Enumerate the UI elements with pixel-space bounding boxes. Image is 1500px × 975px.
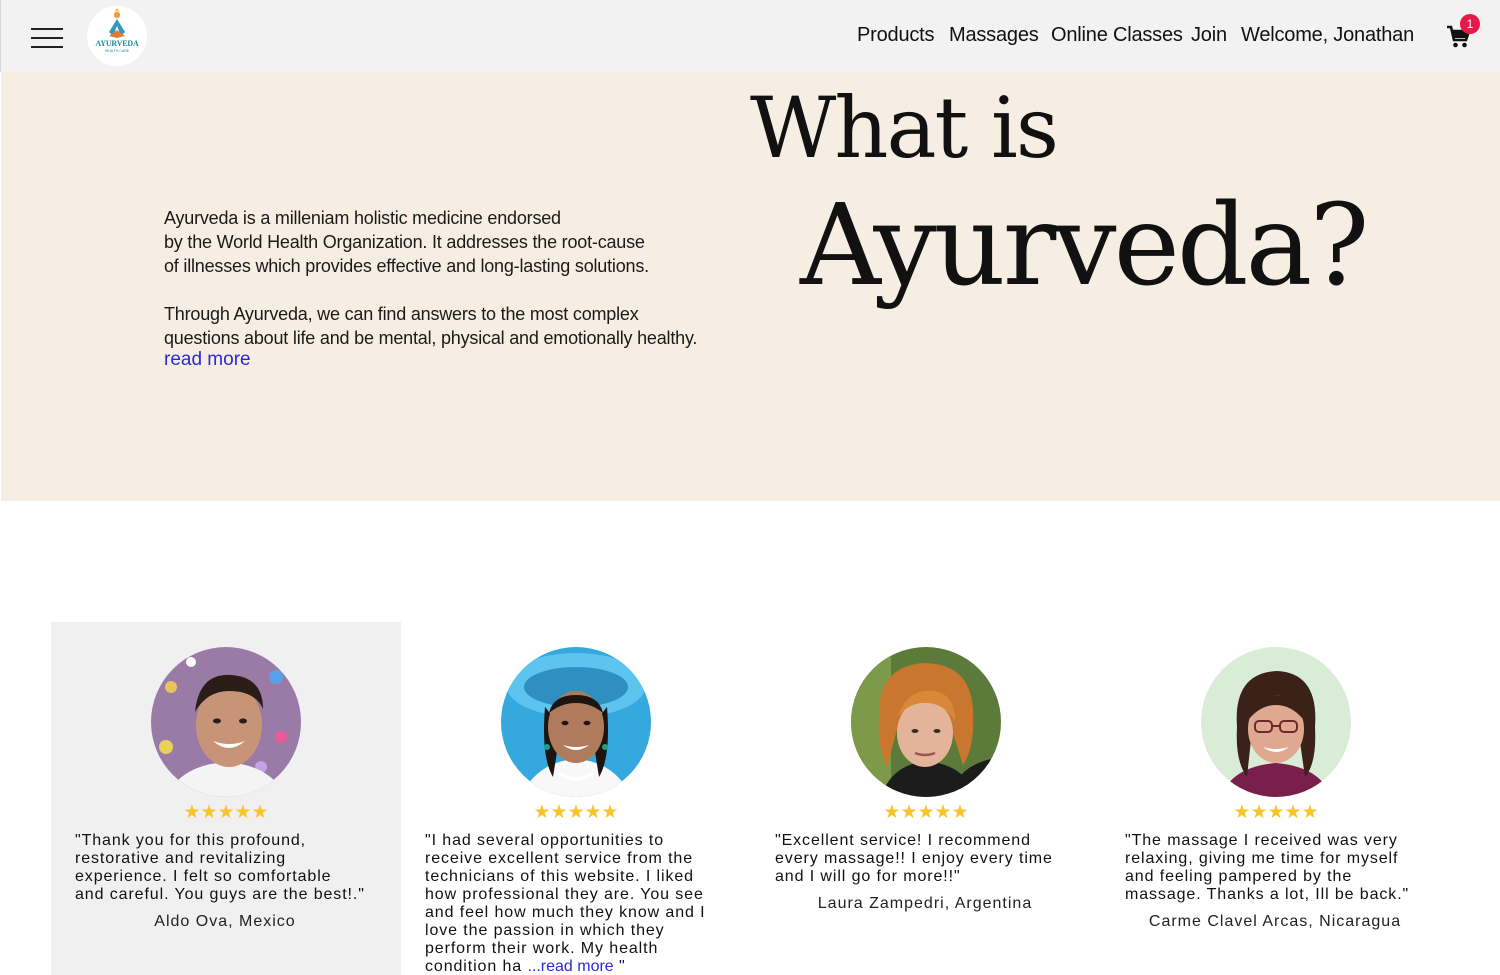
testimonial-avatar-4 <box>1201 647 1351 797</box>
nav-join[interactable]: Join <box>1191 24 1227 48</box>
hero-intro-line-1: Ayurveda is a milleniam holistic medicin… <box>164 208 561 228</box>
nav-online-classes[interactable]: Online Classes <box>1051 24 1183 48</box>
hero-title-line-1: What is <box>750 79 1059 177</box>
testimonial-quote-3: "Excellent service! I recommend every ma… <box>775 832 1053 885</box>
brand-logo[interactable]: AYURVEDA HEALTH CARE <box>87 6 147 66</box>
testimonial-author-3: Laura Zampedri, Argentina <box>817 895 1033 912</box>
hero-body-line-1: Through Ayurveda, we can find answers to… <box>164 304 639 324</box>
testimonial-author-4: Carme Clavel Arcas, Nicaragua <box>1148 913 1402 930</box>
testimonial-quote-4: "The massage I received was very relaxin… <box>1125 832 1410 903</box>
top-navbar: AYURVEDA HEALTH CARE Products Massages O… <box>0 0 1500 72</box>
testimonial-quote-2: "I had several opportunities to receive … <box>425 832 706 975</box>
logo-tagline: HEALTH CARE <box>104 49 130 53</box>
testimonial-quote-1: "Thank you for this profound, restorativ… <box>75 832 365 903</box>
nav-products[interactable]: Products <box>857 24 935 48</box>
hero-title-line-2: Ayurveda? <box>800 181 1369 311</box>
hero-body-line-2: questions about life and be mental, phys… <box>164 328 698 348</box>
rating-stars-3: ★★★★★ <box>883 802 969 823</box>
testimonial-avatar-1 <box>151 647 301 797</box>
yoga-figure-icon <box>109 8 125 38</box>
hero-read-more-link[interactable]: read more <box>164 349 251 371</box>
rating-stars-4: ★★★★★ <box>1233 802 1319 823</box>
rating-stars-2: ★★★★★ <box>533 802 619 823</box>
testimonial-avatar-3 <box>851 647 1001 797</box>
testimonial-avatar-2 <box>501 647 651 797</box>
cart-count-badge: 1 <box>1460 14 1480 34</box>
testimonial-author-1: Aldo Ova, Mexico <box>154 913 296 930</box>
testimonial-read-more-link[interactable]: ...read more <box>527 958 613 975</box>
hero-intro-line-2: by the World Health Organization. It add… <box>164 232 645 252</box>
nav-welcome-user[interactable]: Welcome, Jonathan <box>1241 24 1414 48</box>
logo-wordmark: AYURVEDA <box>95 39 139 48</box>
hero-intro-line-3: of illnesses which provides effective an… <box>164 256 649 276</box>
hamburger-menu-icon[interactable] <box>31 26 63 50</box>
rating-stars-1: ★★★★★ <box>183 802 269 823</box>
nav-massages[interactable]: Massages <box>949 24 1039 48</box>
